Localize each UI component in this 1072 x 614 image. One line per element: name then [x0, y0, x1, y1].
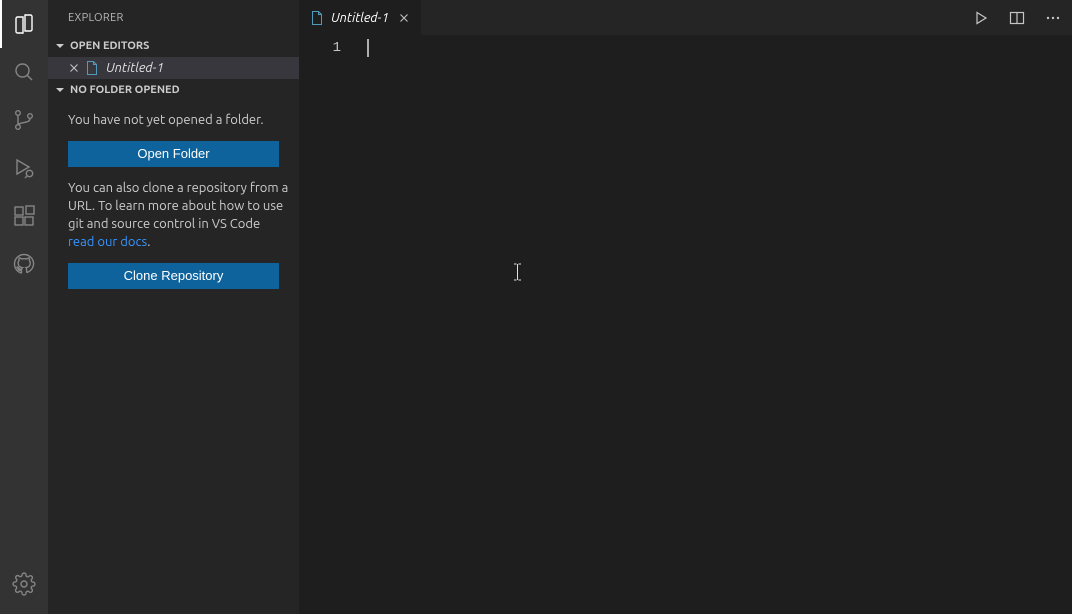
close-icon[interactable]	[66, 60, 82, 76]
chevron-down-icon	[52, 82, 68, 98]
sidebar-title: EXPLORER	[48, 0, 299, 35]
chevron-down-icon	[52, 38, 68, 54]
tabs-row: Untitled-1	[299, 0, 1072, 35]
activity-github[interactable]	[0, 240, 48, 288]
editor-group: Untitled-1 1	[299, 0, 1072, 614]
clone-repository-button[interactable]: Clone Repository	[68, 263, 279, 289]
more-actions-icon[interactable]	[1042, 0, 1064, 35]
activity-run-debug[interactable]	[0, 144, 48, 192]
read-docs-link[interactable]: read our docs	[68, 235, 147, 249]
file-icon	[309, 10, 325, 26]
line-number: 1	[299, 39, 341, 58]
tab-title: Untitled-1	[331, 11, 389, 25]
split-editor-icon[interactable]	[1006, 0, 1028, 35]
section-no-folder[interactable]: NO FOLDER OPENED	[48, 79, 299, 101]
line-gutter: 1	[299, 35, 367, 614]
code-area[interactable]	[367, 35, 1072, 614]
clone-info-text: You can also clone a repository from a U…	[68, 179, 289, 251]
no-folder-body: You have not yet opened a folder. Open F…	[48, 101, 299, 301]
editor-body[interactable]: 1	[299, 35, 1072, 614]
open-editor-filename: Untitled-1	[106, 61, 164, 75]
open-folder-button[interactable]: Open Folder	[68, 141, 279, 167]
section-label: NO FOLDER OPENED	[70, 84, 180, 96]
activity-search[interactable]	[0, 48, 48, 96]
activity-explorer[interactable]	[0, 0, 48, 48]
section-open-editors[interactable]: OPEN EDITORS	[48, 35, 299, 57]
run-icon[interactable]	[970, 0, 992, 35]
editor-actions	[970, 0, 1072, 35]
tab-untitled-1[interactable]: Untitled-1	[299, 0, 422, 35]
explorer-sidebar: EXPLORER OPEN EDITORS Untitled-1 NO FOLD…	[48, 0, 299, 614]
open-editor-item[interactable]: Untitled-1	[48, 57, 299, 79]
no-folder-message: You have not yet opened a folder.	[68, 111, 289, 129]
section-label: OPEN EDITORS	[70, 40, 149, 52]
activity-source-control[interactable]	[0, 96, 48, 144]
activity-bar	[0, 0, 48, 614]
text-cursor	[367, 39, 369, 57]
file-icon	[84, 60, 100, 76]
close-icon[interactable]	[397, 11, 411, 25]
activity-extensions[interactable]	[0, 192, 48, 240]
activity-settings[interactable]	[0, 560, 48, 608]
